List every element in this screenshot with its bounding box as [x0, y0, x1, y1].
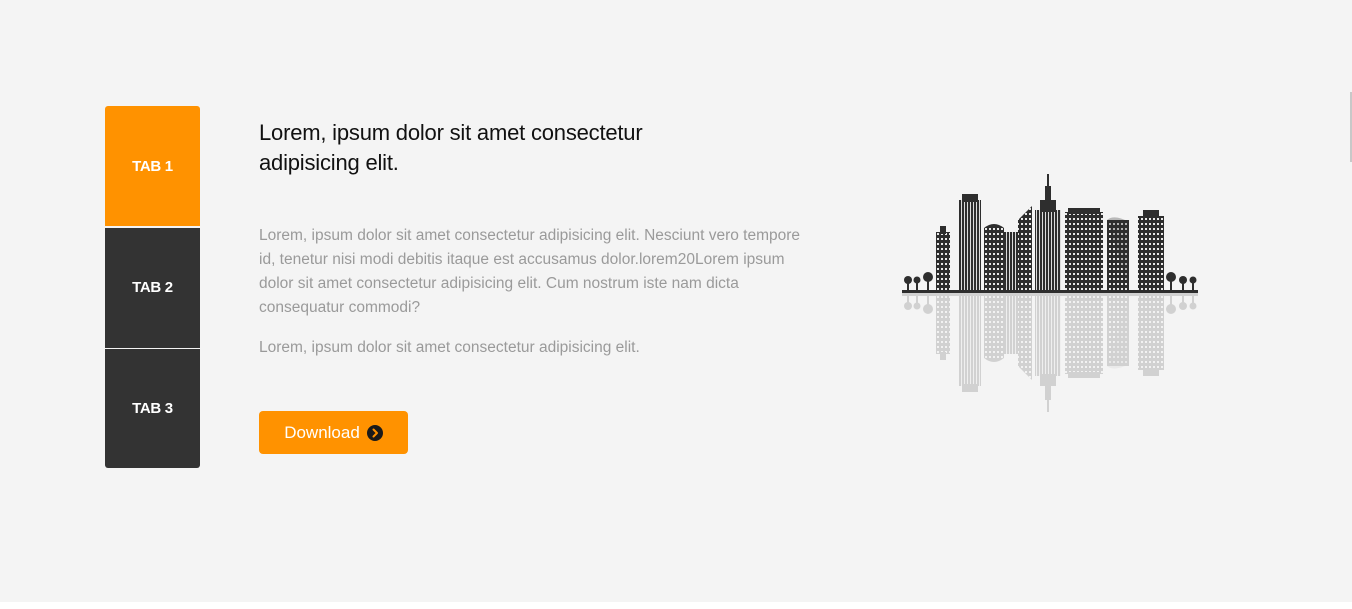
- city-skyline-illustration: [900, 172, 1200, 412]
- tab-3[interactable]: TAB 3: [105, 349, 200, 468]
- page-footer-edge: [0, 602, 1352, 609]
- download-button[interactable]: Download: [259, 411, 408, 454]
- content-paragraph-2: Lorem, ipsum dolor sit amet consectetur …: [259, 339, 640, 356]
- content-heading: Lorem, ipsum dolor sit amet consectetur …: [259, 120, 643, 175]
- tab-2[interactable]: TAB 2: [105, 227, 200, 348]
- tab-content: Lorem, ipsum dolor sit amet consectetur …: [259, 118, 809, 360]
- tab-1[interactable]: TAB 1: [105, 106, 200, 226]
- download-label: Download: [284, 422, 360, 442]
- content-paragraph-1: Lorem, ipsum dolor sit amet consectetur …: [259, 227, 801, 316]
- chevron-circle-right-icon: [366, 424, 383, 441]
- tab-list: TAB 1 TAB 2 TAB 3: [105, 106, 200, 468]
